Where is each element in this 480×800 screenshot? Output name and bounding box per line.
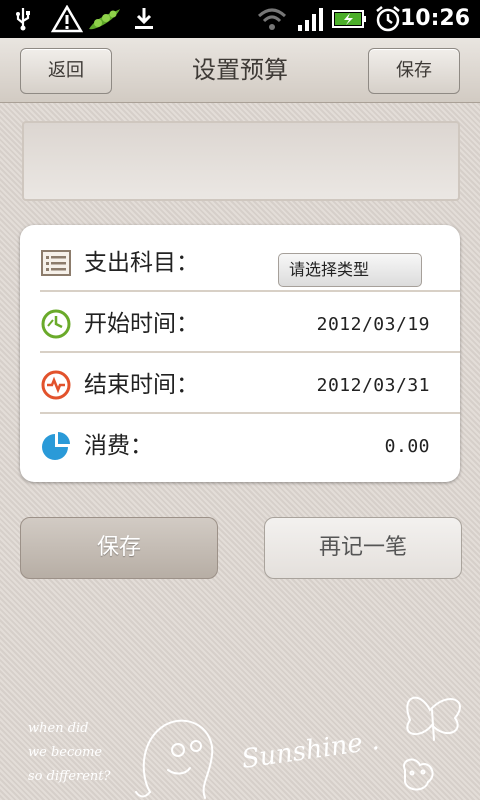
download-icon bbox=[130, 6, 158, 32]
clock-red-icon bbox=[40, 369, 72, 401]
divider bbox=[40, 412, 460, 414]
clock-green-icon bbox=[40, 308, 72, 340]
divider bbox=[40, 351, 460, 353]
doodle-text: when did bbox=[28, 721, 89, 736]
pea-pod-icon bbox=[86, 6, 124, 32]
doodle-text: we become bbox=[28, 745, 102, 760]
spend-value: 0.00 bbox=[384, 436, 430, 457]
battery-charging-icon bbox=[332, 6, 368, 32]
memo-field[interactable] bbox=[22, 121, 460, 201]
decorative-doodle: when did we become so different? Sunshin… bbox=[28, 696, 461, 799]
usb-icon bbox=[10, 6, 36, 32]
wifi-icon bbox=[256, 6, 288, 32]
sunshine-doodle-text: Sunshine . bbox=[240, 726, 381, 775]
warning-icon bbox=[50, 5, 84, 33]
doodle-text: so different? bbox=[28, 769, 112, 784]
end-date-value[interactable]: 2012/03/31 bbox=[317, 355, 430, 416]
start-date-value[interactable]: 2012/03/19 bbox=[317, 294, 430, 355]
title-bar: 设置预算 返回 保存 bbox=[0, 38, 480, 103]
spend-row: 消费： 0.00 bbox=[40, 416, 440, 477]
back-button[interactable]: 返回 bbox=[20, 48, 112, 94]
header-save-button[interactable]: 保存 bbox=[368, 48, 460, 94]
list-icon bbox=[40, 247, 72, 279]
end-date-row[interactable]: 结束时间： 2012/03/31 bbox=[40, 355, 440, 416]
spend-label: 消费： bbox=[84, 433, 153, 459]
budget-form-card: 支出科目： 请选择类型 开始时间： 2012/03/19 结束时间： 2012/… bbox=[20, 225, 460, 482]
divider bbox=[40, 290, 460, 292]
pie-chart-icon bbox=[40, 430, 72, 462]
category-select[interactable]: 请选择类型 bbox=[278, 253, 422, 287]
record-another-button[interactable]: 再记一笔 bbox=[264, 517, 462, 579]
status-bar: 10:26 bbox=[0, 0, 480, 38]
start-date-row[interactable]: 开始时间： 2012/03/19 bbox=[40, 294, 440, 355]
end-date-label: 结束时间： bbox=[84, 372, 199, 398]
start-date-label: 开始时间： bbox=[84, 311, 199, 337]
category-row[interactable]: 支出科目： 请选择类型 bbox=[40, 233, 440, 294]
save-button[interactable]: 保存 bbox=[20, 517, 218, 579]
alarm-icon bbox=[374, 6, 402, 32]
category-label: 支出科目： bbox=[84, 250, 199, 276]
signal-icon bbox=[296, 6, 326, 32]
clock: 10:26 bbox=[399, 6, 470, 31]
